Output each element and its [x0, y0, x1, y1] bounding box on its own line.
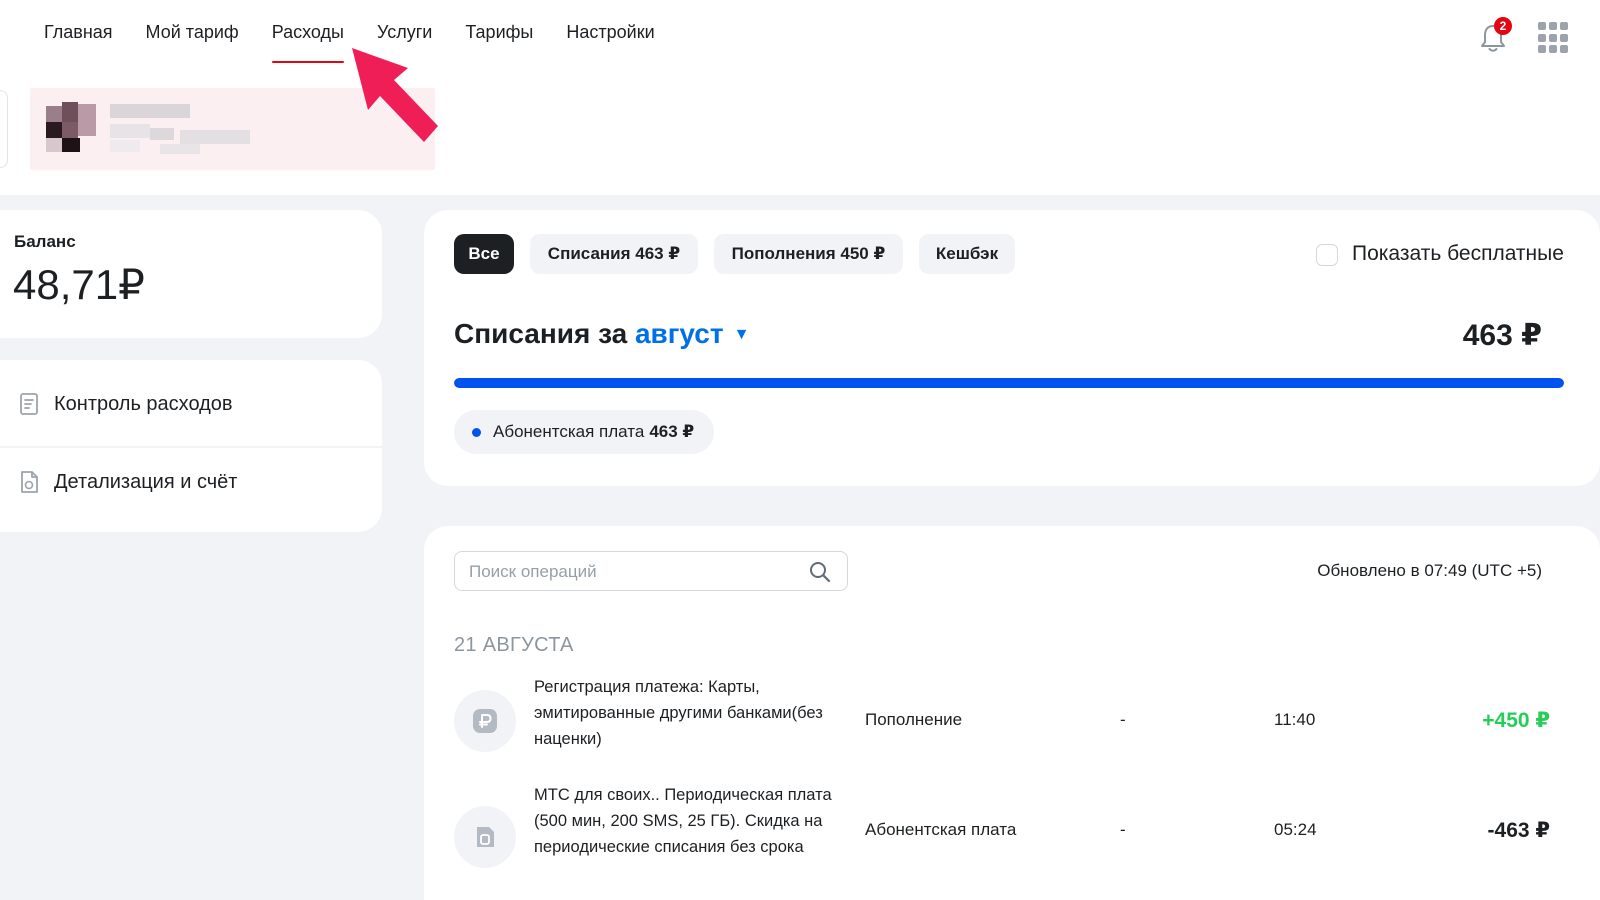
filter-chip-cashback[interactable]: Кешбэк — [919, 234, 1015, 274]
document-icon — [16, 469, 42, 495]
legend-label: Абонентская плата — [493, 422, 645, 441]
category-legend-subscription[interactable]: Абонентская плата 463 ₽ — [454, 410, 715, 454]
legend-amount: 463 ₽ — [649, 422, 695, 441]
search-icon[interactable] — [809, 561, 831, 583]
operation-row[interactable]: Регистрация платежа: Карты, эмитированны… — [454, 676, 1564, 766]
sim-card-icon — [454, 806, 516, 868]
search-box — [454, 551, 848, 591]
operation-type: Абонентская плата — [865, 820, 1017, 839]
spendings-progress-bar — [454, 378, 1564, 388]
spendings-progress-fill — [454, 378, 1564, 388]
operation-amount: -463 ₽ — [1487, 819, 1550, 842]
notification-badge: 2 — [1494, 17, 1512, 35]
balance-card: Баланс 48,71₽ — [0, 210, 382, 338]
date-header: 21 АВГУСТА — [454, 634, 574, 656]
top-bar: Главная Мой тариф Расходы Услуги Тарифы … — [0, 0, 1600, 195]
operation-time: 11:40 — [1274, 710, 1316, 729]
annotation-arrow — [352, 48, 438, 142]
operation-amount: +450 ₽ — [1482, 709, 1550, 732]
receipt-icon — [16, 391, 42, 417]
operations-card: Обновлено в 07:49 (UTC +5) 21 АВГУСТА Ре… — [424, 526, 1600, 900]
profile-card-edge — [0, 90, 8, 168]
search-input[interactable] — [469, 560, 789, 584]
operation-extra: - — [1120, 820, 1126, 839]
nav-item-my-tariff[interactable]: Мой тариф — [146, 20, 239, 67]
filter-chip-charges[interactable]: Списания 463 ₽ — [530, 234, 698, 274]
side-menu: Контроль расходов Детализация и счёт — [0, 360, 382, 532]
nav-item-expenses[interactable]: Расходы — [271, 20, 345, 67]
operation-description: МТС для своих.. Периодическая плата (500… — [534, 786, 832, 856]
menu-item-label: Контроль расходов — [54, 392, 233, 415]
menu-item-expense-control[interactable]: Контроль расходов — [0, 372, 382, 436]
operation-time: 05:24 — [1274, 820, 1317, 839]
period-month-selector[interactable]: август — [635, 318, 724, 349]
operation-type: Пополнение — [865, 710, 963, 729]
period-title-prefix: Списания за — [454, 318, 628, 349]
menu-divider — [0, 446, 382, 448]
updated-timestamp: Обновлено в 07:49 (UTC +5) — [1317, 561, 1542, 580]
period-total: 463 ₽ — [1462, 319, 1542, 352]
operation-description: Регистрация платежа: Карты, эмитированны… — [534, 678, 823, 748]
operation-row[interactable]: МТС для своих.. Периодическая плата (500… — [454, 786, 1564, 878]
filter-chip-topups[interactable]: Пополнения 450 ₽ — [714, 234, 903, 274]
nav-item-home[interactable]: Главная — [44, 20, 113, 67]
menu-item-details-and-bill[interactable]: Детализация и счёт — [0, 450, 382, 514]
spendings-summary-card: Все Списания 463 ₽ Пополнения 450 ₽ Кешб… — [424, 210, 1600, 486]
show-free-label[interactable]: Показать бесплатные — [1352, 242, 1564, 266]
nav-item-settings[interactable]: Настройки — [566, 20, 654, 67]
show-free-checkbox[interactable] — [1316, 244, 1338, 266]
ruble-card-icon — [454, 690, 516, 752]
period-title: Списания за август ▼ — [454, 318, 749, 350]
nav-item-tariffs[interactable]: Тарифы — [465, 20, 533, 67]
apps-grid-icon[interactable] — [1538, 22, 1570, 54]
balance-value: 48,71₽ — [13, 261, 145, 308]
menu-item-label: Детализация и счёт — [54, 470, 238, 493]
caret-down-icon[interactable]: ▼ — [734, 326, 750, 343]
operation-extra: - — [1120, 710, 1126, 729]
legend-dot — [472, 427, 481, 437]
balance-label: Баланс — [14, 232, 76, 251]
filter-chip-all[interactable]: Все — [454, 234, 514, 274]
